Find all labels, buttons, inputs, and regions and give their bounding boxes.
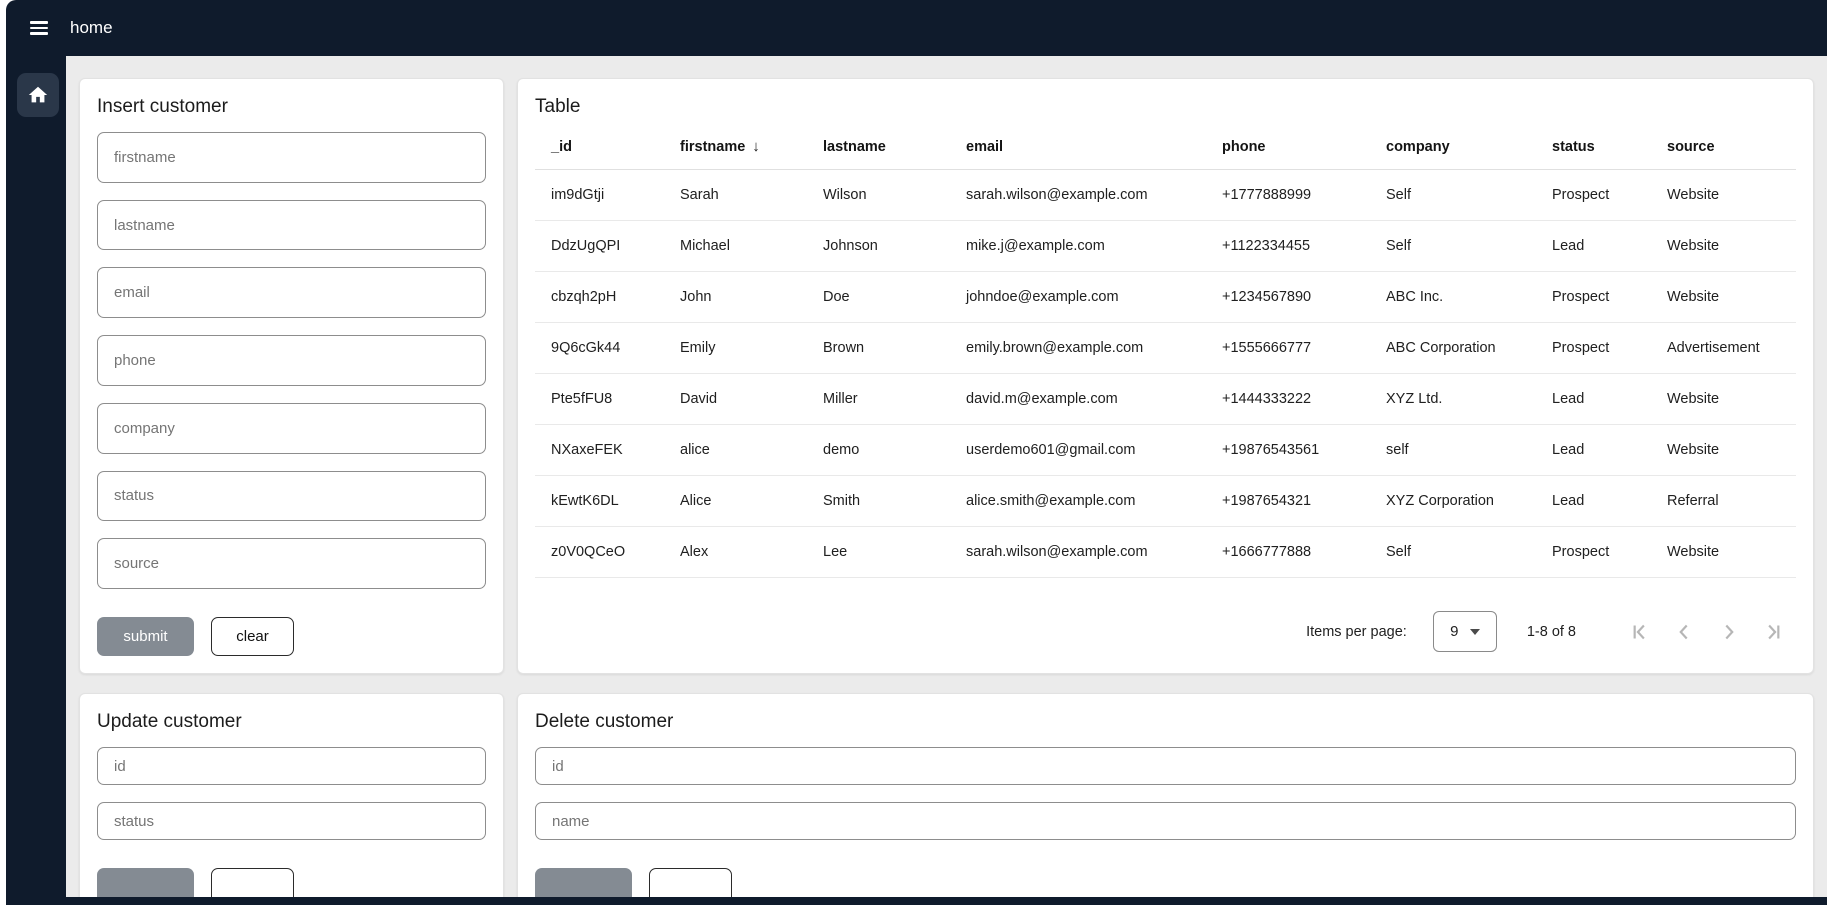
page-title: home [70, 18, 113, 38]
update-clear-button[interactable] [211, 868, 294, 897]
chevron-right-icon [1716, 619, 1742, 645]
hamburger-icon [30, 21, 48, 23]
sort-desc-icon: ↓ [752, 138, 760, 155]
table-row: 9Q6cGk44EmilyBrownemily.brown@example.co… [535, 323, 1796, 374]
lastname-field[interactable] [97, 200, 486, 251]
page-range-label: 1-8 of 8 [1527, 624, 1576, 640]
column-header-status[interactable]: status [1536, 120, 1651, 170]
column-header-phone[interactable]: phone [1206, 120, 1370, 170]
delete-button-row [535, 868, 1796, 897]
table-row: NXaxeFEKalicedemouserdemo601@gmail.com+1… [535, 425, 1796, 476]
update-id-field[interactable] [97, 747, 486, 785]
column-header-email[interactable]: email [950, 120, 1206, 170]
source-field[interactable] [97, 538, 486, 589]
app-window: home Insert customer submit [6, 0, 1827, 905]
column-header-lastname[interactable]: lastname [807, 120, 950, 170]
first-page-button[interactable] [1619, 612, 1659, 652]
paginator: Items per page: 9 1-8 of 8 [535, 599, 1796, 656]
insert-card-title: Insert customer [97, 96, 486, 118]
table-header-row: _id firstname↓ lastname email phone comp… [535, 120, 1796, 170]
table-row: kEwtK6DLAliceSmithalice.smith@example.co… [535, 476, 1796, 527]
delete-id-field[interactable] [535, 747, 1796, 785]
table-card-title: Table [535, 96, 1796, 118]
column-header-source[interactable]: source [1651, 120, 1796, 170]
sidebar [6, 56, 66, 905]
column-header-company[interactable]: company [1370, 120, 1536, 170]
column-header-id[interactable]: _id [535, 120, 664, 170]
status-field[interactable] [97, 471, 486, 522]
body-row: Insert customer submit clear Table [6, 56, 1827, 905]
delete-submit-button[interactable] [535, 868, 632, 897]
update-button-row [97, 868, 486, 897]
insert-submit-button[interactable]: submit [97, 617, 194, 656]
main-content: Insert customer submit clear Table [66, 56, 1827, 897]
menu-button[interactable] [30, 21, 48, 34]
topbar: home [6, 0, 1827, 56]
column-header-firstname[interactable]: firstname↓ [664, 120, 807, 170]
last-page-icon [1761, 619, 1787, 645]
delete-customer-card: Delete customer [517, 693, 1814, 897]
update-status-field[interactable] [97, 802, 486, 840]
insert-customer-card: Insert customer submit clear [79, 78, 504, 674]
chevron-down-icon [1470, 629, 1480, 635]
phone-field[interactable] [97, 335, 486, 386]
items-per-page-select[interactable]: 9 [1433, 611, 1497, 652]
items-per-page-label: Items per page: [1306, 624, 1407, 640]
delete-card-title: Delete customer [535, 711, 1796, 733]
first-page-icon [1626, 619, 1652, 645]
chevron-left-icon [1671, 619, 1697, 645]
table-card: Table _id firstname↓ lastname email phon… [517, 78, 1814, 674]
customers-table: _id firstname↓ lastname email phone comp… [535, 120, 1796, 578]
table-row: Pte5fFU8DavidMillerdavid.m@example.com+1… [535, 374, 1796, 425]
table-row: im9dGtjiSarahWilsonsarah.wilson@example.… [535, 170, 1796, 221]
sidebar-item-home[interactable] [17, 73, 59, 117]
insert-clear-button[interactable]: clear [211, 617, 294, 656]
table-row: z0V0QCeOAlexLeesarah.wilson@example.com+… [535, 527, 1796, 578]
next-page-button[interactable] [1709, 612, 1749, 652]
home-icon [27, 84, 49, 106]
email-field[interactable] [97, 267, 486, 318]
delete-clear-button[interactable] [649, 868, 732, 897]
update-card-title: Update customer [97, 711, 486, 733]
insert-button-row: submit clear [97, 617, 486, 656]
update-submit-button[interactable] [97, 868, 194, 897]
previous-page-button[interactable] [1664, 612, 1704, 652]
update-customer-card: Update customer [79, 693, 504, 897]
company-field[interactable] [97, 403, 486, 454]
table-row: cbzqh2pHJohnDoejohndoe@example.com+12345… [535, 272, 1796, 323]
firstname-field[interactable] [97, 132, 486, 183]
last-page-button[interactable] [1754, 612, 1794, 652]
delete-name-field[interactable] [535, 802, 1796, 840]
items-per-page-value: 9 [1450, 623, 1458, 640]
table-row: DdzUgQPIMichaelJohnsonmike.j@example.com… [535, 221, 1796, 272]
